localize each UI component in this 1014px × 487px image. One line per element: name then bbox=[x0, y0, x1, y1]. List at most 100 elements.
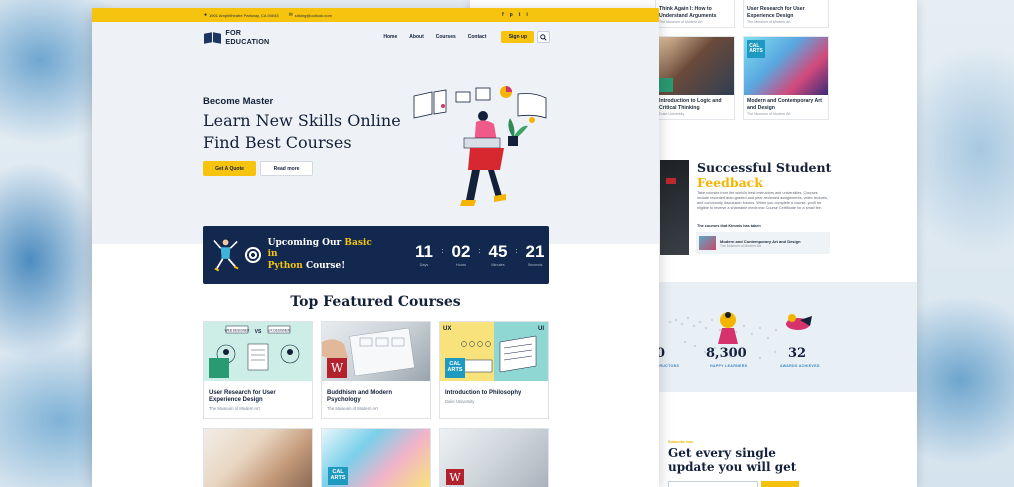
course-card[interactable]: CAL ARTS bbox=[321, 428, 431, 487]
search-button[interactable] bbox=[537, 31, 550, 43]
vs-label: VS bbox=[255, 329, 262, 335]
social-links: f p t i bbox=[502, 12, 528, 18]
back-course-card[interactable]: Introduction to Logic and Critical Think… bbox=[655, 36, 735, 120]
mail-icon: ✉ bbox=[288, 12, 293, 18]
nav-item-home[interactable]: Home bbox=[383, 34, 397, 40]
countdown-hours: 02 Hours bbox=[447, 243, 475, 267]
open-book-icon bbox=[204, 31, 221, 43]
web-designer-label: WEB DESIGNER bbox=[225, 328, 250, 332]
course-image: W bbox=[440, 429, 548, 487]
newsletter-title: Get every single update you will get bbox=[668, 446, 797, 475]
course-thumbnail bbox=[699, 236, 716, 250]
stat-learners-label: HAPPY LEARNERS bbox=[710, 364, 748, 368]
ux-label: UX bbox=[443, 326, 451, 332]
course-card[interactable]: WEB DESIGNER VS UX DESIGNER User Researc… bbox=[203, 321, 313, 419]
calarts-logo-line-2: ARTS bbox=[447, 367, 463, 373]
feedback-title: Successful Student bbox=[697, 160, 832, 175]
taken-course-row[interactable]: Modern and Contemporary Art and Design T… bbox=[696, 232, 830, 254]
back-course-card[interactable]: CAL ARTS Modern and Contemporary Art and … bbox=[743, 36, 829, 120]
top-info-bar: ● 1901 Amphitheatre Parkway, CA 94043 ✉ … bbox=[92, 8, 659, 22]
countdown-seconds-value: 21 bbox=[525, 242, 545, 261]
back-card-title: Modern and Contemporary Art and Design bbox=[747, 98, 823, 111]
student-photo bbox=[660, 160, 689, 255]
back-card-provider: Duke University bbox=[659, 112, 685, 116]
back-course-card[interactable]: Think Again I: How to Understand Argumen… bbox=[655, 0, 735, 28]
search-icon bbox=[540, 33, 547, 41]
countdown-title: Upcoming Our Basic in Python Course! bbox=[268, 238, 382, 273]
countdown-seconds-label: Seconds bbox=[527, 263, 543, 267]
countdown-separator: : bbox=[478, 248, 481, 255]
countdown-title-post: Course! bbox=[302, 260, 346, 271]
back-card-provider: The Museum of Modern Art bbox=[659, 20, 703, 24]
stat-awards-value: 32 bbox=[788, 346, 807, 361]
location-pin-icon: ● bbox=[204, 12, 208, 18]
main-nav: FOR EDUCATION Home About Courses Contact… bbox=[204, 28, 550, 46]
taken-course-provider: The Museum of Modern Art bbox=[720, 243, 762, 248]
nav-menu: Home About Courses Contact bbox=[383, 34, 486, 40]
course-card[interactable]: W bbox=[439, 428, 549, 487]
countdown-separator: : bbox=[515, 248, 518, 255]
pinterest-icon[interactable]: p bbox=[510, 12, 513, 18]
course-provider: The Museum of Modern Art bbox=[209, 406, 260, 412]
course-title: Buddhism and Modern Psychology bbox=[327, 390, 392, 404]
course-provider: Duke University bbox=[445, 399, 475, 405]
countdown-days: 11 Days bbox=[410, 243, 438, 267]
course-card[interactable] bbox=[203, 428, 313, 487]
newsletter-email-input[interactable] bbox=[668, 481, 758, 487]
facebook-icon[interactable]: f bbox=[502, 12, 504, 18]
nav-item-courses[interactable]: Courses bbox=[436, 34, 456, 40]
course-image: CAL ARTS bbox=[744, 37, 828, 95]
address-text: 1901 Amphitheatre Parkway, CA 94043 bbox=[209, 12, 279, 18]
calarts-logo: CAL ARTS bbox=[328, 467, 348, 485]
jumping-person-icon bbox=[213, 239, 239, 272]
featured-courses-heading: Top Featured Courses bbox=[290, 294, 461, 310]
email-item[interactable]: ✉ sriking@outlook.com bbox=[289, 12, 332, 18]
countdown-separator: : bbox=[441, 248, 444, 255]
get-quote-button[interactable]: Get A Quote bbox=[203, 161, 256, 176]
stat-awards-label: AWARDS ACHIEVED bbox=[780, 364, 820, 368]
countdown-title-highlight-2: Python bbox=[267, 260, 303, 271]
back-card-provider: The Museum of Modern Art bbox=[747, 112, 791, 116]
instagram-icon[interactable]: i bbox=[526, 12, 527, 18]
course-image: WEB DESIGNER VS UX DESIGNER bbox=[204, 322, 312, 381]
stat-illustration-1 bbox=[718, 312, 738, 344]
course-image bbox=[656, 37, 734, 95]
hero-section: FOR EDUCATION Home About Courses Contact… bbox=[92, 22, 659, 284]
brand-logo[interactable]: FOR EDUCATION bbox=[204, 28, 285, 46]
moma-logo: W bbox=[327, 358, 347, 378]
countdown-minutes: 45 Minutes bbox=[484, 243, 512, 267]
course-image: UX UI CAL ARTS bbox=[440, 322, 548, 381]
countdown-title-pre: Upcoming Our bbox=[267, 237, 345, 248]
hero-kicker: Become Master bbox=[203, 96, 274, 107]
course-image: W bbox=[322, 322, 430, 381]
nav-item-about[interactable]: About bbox=[409, 34, 423, 40]
back-card-title: Introduction to Logic and Critical Think… bbox=[659, 98, 722, 111]
course-provider: The Museum of Modern Art bbox=[327, 406, 378, 412]
countdown-days-label: Days bbox=[419, 263, 429, 267]
stat-learners-value: 8,300 bbox=[706, 346, 747, 361]
ux-designer-label: UX DESIGNER bbox=[268, 328, 291, 332]
calarts-logo-line-2: ARTS bbox=[330, 475, 346, 481]
countdown-days-value: 11 bbox=[415, 242, 433, 261]
back-course-card[interactable]: User Research for User Experience Design… bbox=[743, 0, 829, 28]
read-more-button[interactable]: Read more bbox=[260, 161, 313, 176]
countdown-hours-value: 02 bbox=[451, 242, 471, 261]
moma-logo: W bbox=[446, 469, 464, 485]
countdown-seconds: 21 Seconds bbox=[521, 243, 549, 267]
newsletter-tag: Subscribe now bbox=[668, 440, 693, 444]
nav-item-contact[interactable]: Contact bbox=[468, 34, 487, 40]
signup-button[interactable]: Sign up bbox=[501, 31, 535, 43]
course-title: Introduction to Philosophy bbox=[445, 390, 522, 396]
twitter-icon[interactable]: t bbox=[519, 12, 521, 18]
course-card[interactable]: UX UI CAL ARTS Introduction to Philosoph… bbox=[439, 321, 549, 419]
newsletter-subscribe-button[interactable] bbox=[761, 481, 799, 487]
stat-illustration-2 bbox=[786, 314, 812, 330]
courses-taken-heading: The courses that Kimmis has taken bbox=[697, 224, 761, 228]
countdown-timer: 11 Days : 02 Hours : 45 Minutes : 21 Sec… bbox=[410, 243, 549, 267]
course-title: User Research for User Experience Design bbox=[209, 390, 276, 404]
back-card-provider: The Museum of Modern Art bbox=[747, 20, 791, 24]
course-image: CAL ARTS bbox=[322, 429, 430, 487]
hero-title-line-1: Learn New Skills Online bbox=[203, 111, 401, 130]
course-card[interactable]: W Buddhism and Modern Psychology The Mus… bbox=[321, 321, 431, 419]
hero-title: Learn New Skills Online Find Best Course… bbox=[203, 110, 413, 154]
